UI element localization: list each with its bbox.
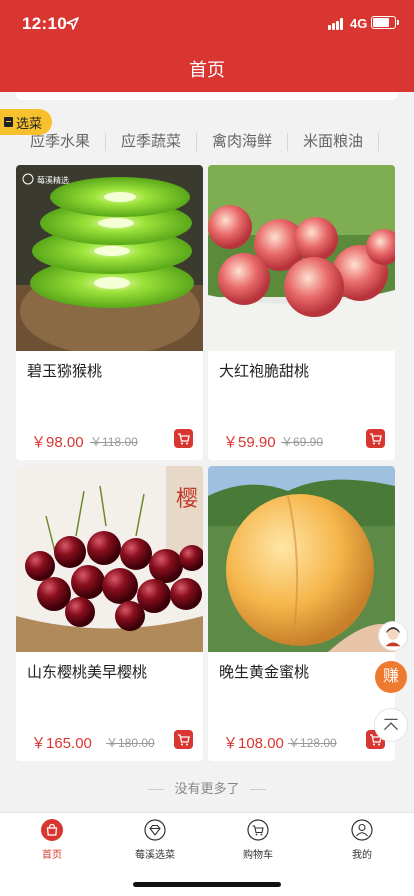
tab-label: 我的 bbox=[352, 850, 372, 861]
category-tab-fruit[interactable]: 应季水果 bbox=[30, 133, 107, 151]
back-to-top-icon[interactable] bbox=[374, 708, 408, 742]
pick-badge-label: 选菜 bbox=[16, 115, 43, 131]
product-price: ￥165.00 bbox=[31, 735, 92, 752]
category-tab-vegetables[interactable]: 应季蔬菜 bbox=[106, 133, 198, 151]
product-image-golden-peach bbox=[208, 466, 395, 652]
product-original-price: ￥128.00 bbox=[288, 736, 337, 750]
category-tabs: 应季水果 应季蔬菜 禽肉海鲜 米面粮油 bbox=[30, 130, 380, 154]
location-arrow-icon bbox=[66, 17, 79, 30]
product-image-cherry: 樱 bbox=[16, 466, 203, 652]
page-title: 首页 bbox=[189, 60, 225, 80]
product-price: ￥108.00 bbox=[223, 735, 284, 752]
pick-vegetables-badge[interactable]: 选菜 bbox=[0, 109, 52, 135]
product-card[interactable]: 晚生黄金蜜桃 ￥108.00 ￥128.00 bbox=[208, 466, 395, 761]
home-indicator bbox=[133, 882, 281, 887]
product-card[interactable]: 樱 山东樱桃美早樱桃 ￥165.00 ￥180.00 bbox=[16, 466, 203, 761]
list-icon bbox=[4, 117, 13, 127]
tab-label: 首页 bbox=[42, 850, 62, 861]
earn-button[interactable]: 赚 bbox=[375, 661, 407, 693]
product-original-price: ￥180.00 bbox=[106, 736, 155, 750]
customer-service-avatar-icon[interactable] bbox=[378, 621, 408, 651]
add-to-cart-button[interactable] bbox=[174, 730, 193, 749]
product-price: ￥98.00 bbox=[31, 434, 84, 451]
status-bar: 12:10 4G bbox=[0, 0, 414, 48]
product-image-kiwi: 莓溪精选 bbox=[16, 165, 203, 351]
product-original-price: ￥118.00 bbox=[90, 435, 138, 449]
signal-icon bbox=[328, 18, 346, 30]
image-sign: 樱 bbox=[176, 487, 198, 512]
image-watermark: 莓溪精选 bbox=[37, 175, 69, 185]
product-name: 碧玉猕猴桃 bbox=[27, 363, 103, 380]
battery-icon bbox=[371, 16, 399, 29]
nav-bar: 首页 bbox=[0, 48, 414, 92]
product-price: ￥59.90 bbox=[223, 434, 276, 451]
gem-icon bbox=[144, 819, 166, 841]
tab-cart[interactable]: 购物车 bbox=[218, 819, 298, 861]
product-name: 大红袍脆甜桃 bbox=[219, 363, 310, 380]
status-time: 12:10 bbox=[22, 14, 67, 33]
cart-icon bbox=[247, 819, 269, 841]
product-card[interactable]: 莓溪精选 碧玉猕猴桃 ￥98.00 ￥118.00 bbox=[16, 165, 203, 460]
banner-edge bbox=[16, 92, 398, 100]
bottom-tab-bar: 首页 莓溪选菜 购物车 我的 bbox=[0, 812, 414, 896]
product-name: 晚生黄金蜜桃 bbox=[219, 664, 310, 681]
network-type: 4G bbox=[350, 16, 368, 31]
tab-label: 莓溪选菜 bbox=[135, 850, 175, 861]
tab-label: 购物车 bbox=[243, 850, 273, 861]
shopping-bag-icon bbox=[41, 819, 63, 841]
category-tab-grain-oil[interactable]: 米面粮油 bbox=[288, 133, 380, 151]
tab-home[interactable]: 首页 bbox=[12, 819, 92, 861]
tab-profile[interactable]: 我的 bbox=[322, 819, 402, 861]
product-name: 山东樱桃美早樱桃 bbox=[27, 664, 148, 681]
user-icon bbox=[351, 819, 373, 841]
tab-meixi-picks[interactable]: 莓溪选菜 bbox=[115, 819, 195, 861]
product-original-price: ￥69.90 bbox=[281, 435, 324, 449]
product-image-peach bbox=[208, 165, 395, 351]
add-to-cart-button[interactable] bbox=[366, 429, 385, 448]
category-tab-meat-seafood[interactable]: 禽肉海鲜 bbox=[197, 133, 289, 151]
add-to-cart-button[interactable] bbox=[174, 429, 193, 448]
product-card[interactable]: 大红袍脆甜桃 ￥59.90 ￥69.90 bbox=[208, 165, 395, 460]
no-more-text: 没有更多了 bbox=[0, 778, 414, 797]
